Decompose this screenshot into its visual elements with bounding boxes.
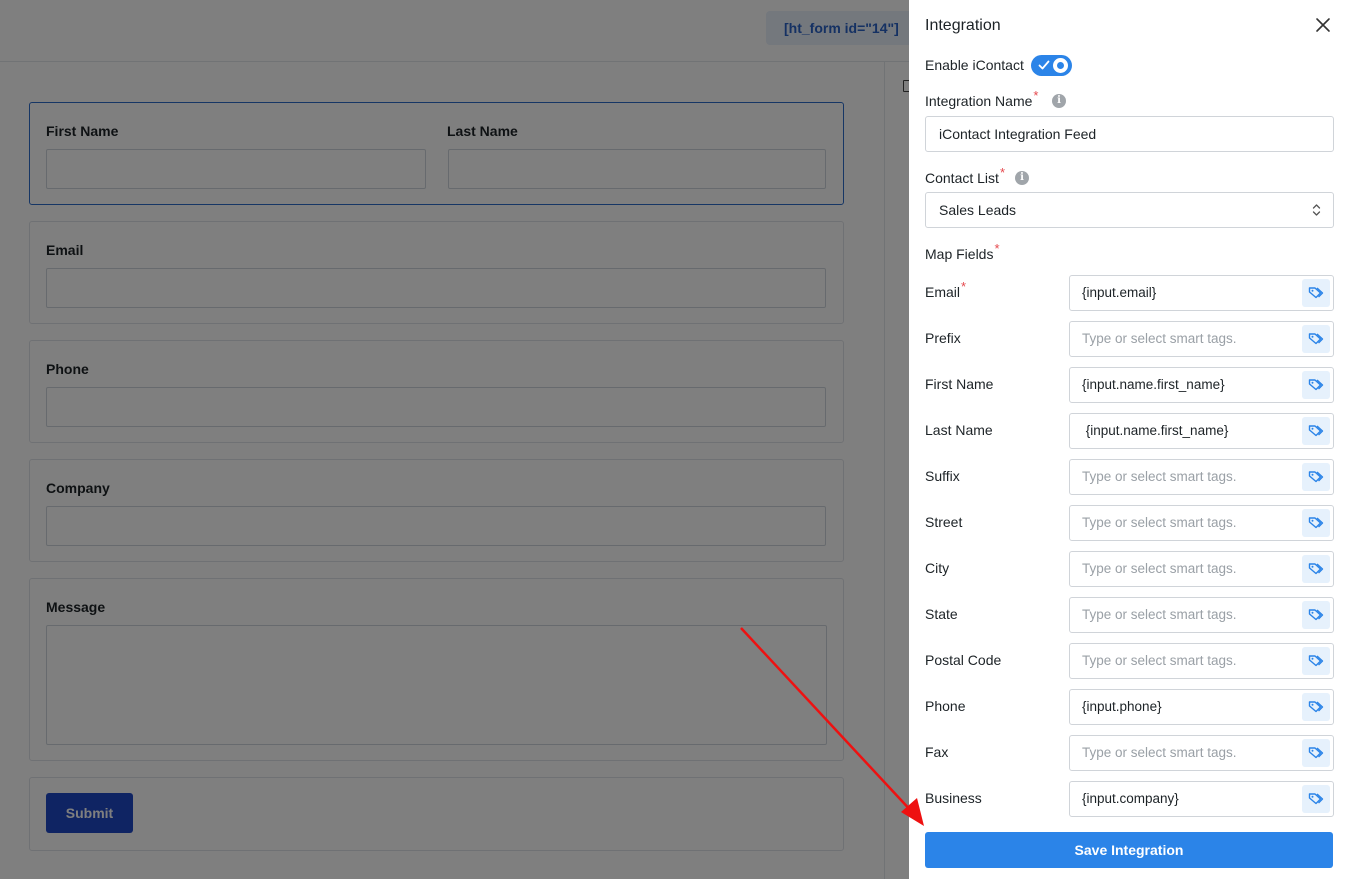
map-fields-label-text: Map Fields [925, 246, 994, 262]
map-field-label-text: Last Name [925, 422, 993, 438]
smart-tag-button[interactable] [1302, 325, 1330, 353]
contact-list-selected: Sales Leads [939, 202, 1017, 218]
smart-tag-button[interactable] [1302, 279, 1330, 307]
contact-list-select[interactable]: Sales Leads [925, 192, 1334, 228]
map-field-label-text: Suffix [925, 468, 960, 484]
map-fields-label: Map Fields* [925, 241, 1000, 262]
map-field-input[interactable]: {input.company} [1069, 781, 1334, 817]
smart-tag-button[interactable] [1302, 371, 1330, 399]
smart-tag-icon [1308, 333, 1324, 345]
smart-tag-icon [1308, 287, 1324, 299]
map-field-label: Street [925, 514, 962, 530]
smart-tag-icon [1308, 793, 1324, 805]
map-field-input[interactable]: Type or select smart tags. [1069, 735, 1334, 771]
map-field-placeholder: Type or select smart tags. [1082, 561, 1237, 576]
map-field-input[interactable]: Type or select smart tags. [1069, 505, 1334, 541]
smart-tag-button[interactable] [1302, 509, 1330, 537]
map-field-label: First Name [925, 376, 993, 392]
enable-icontact-label: Enable iContact [925, 57, 1024, 73]
smart-tag-icon [1308, 425, 1324, 437]
map-field-placeholder: Type or select smart tags. [1082, 607, 1237, 622]
map-field-input[interactable]: {input.name.first_name} [1069, 413, 1334, 449]
smart-tag-icon [1308, 563, 1324, 575]
map-field-label: Postal Code [925, 652, 1001, 668]
required-asterisk: * [999, 165, 1005, 180]
map-field-label-text: Fax [925, 744, 949, 760]
map-field-input[interactable]: Type or select smart tags. [1069, 551, 1334, 587]
map-field-value: {input.name.first_name} [1082, 423, 1229, 438]
integration-name-label: Integration Name* [925, 88, 1038, 109]
smart-tag-icon [1308, 517, 1324, 529]
map-field-input[interactable]: Type or select smart tags. [1069, 597, 1334, 633]
map-field-label-text: First Name [925, 376, 994, 392]
toggle-knob [1053, 58, 1068, 73]
check-icon [1038, 60, 1050, 70]
smart-tag-button[interactable] [1302, 785, 1330, 813]
map-field-input[interactable]: Type or select smart tags. [1069, 643, 1334, 679]
map-field-label-text: Business [925, 790, 982, 806]
map-field-input[interactable]: {input.name.first_name} [1069, 367, 1334, 403]
map-field-label: Fax [925, 744, 948, 760]
smart-tag-icon [1308, 747, 1324, 759]
map-field-value: {input.name.first_name} [1082, 377, 1225, 392]
map-field-label: Last Name [925, 422, 993, 438]
close-icon[interactable] [1314, 16, 1332, 34]
smart-tag-icon [1308, 379, 1324, 391]
modal-overlay[interactable] [0, 0, 909, 879]
map-field-placeholder: Type or select smart tags. [1082, 331, 1237, 346]
integration-name-label-text: Integration Name [925, 93, 1033, 109]
contact-list-label-text: Contact List [925, 170, 999, 186]
map-field-label: City [925, 560, 949, 576]
enable-icontact-toggle[interactable] [1031, 55, 1072, 76]
map-field-value: {input.phone} [1082, 699, 1162, 714]
smart-tag-icon [1308, 655, 1324, 667]
smart-tag-icon [1308, 701, 1324, 713]
map-field-label: Business [925, 790, 982, 806]
map-field-placeholder: Type or select smart tags. [1082, 653, 1237, 668]
smart-tag-button[interactable] [1302, 601, 1330, 629]
chevron-up-down-icon [1312, 204, 1321, 216]
map-field-placeholder: Type or select smart tags. [1082, 745, 1237, 760]
map-field-value: {input.company} [1082, 791, 1179, 806]
map-field-placeholder: Type or select smart tags. [1082, 515, 1237, 530]
map-field-input[interactable]: {input.phone} [1069, 689, 1334, 725]
smart-tag-icon [1308, 609, 1324, 621]
map-field-label: Prefix [925, 330, 961, 346]
map-field-input[interactable]: Type or select smart tags. [1069, 321, 1334, 357]
map-field-label-text: Prefix [925, 330, 961, 346]
required-asterisk: * [994, 241, 1000, 256]
map-field-label-text: State [925, 606, 958, 622]
integration-drawer: Integration Enable iContact Integration … [909, 0, 1348, 879]
smart-tag-button[interactable] [1302, 739, 1330, 767]
map-field-label-text: City [925, 560, 950, 576]
map-field-placeholder: Type or select smart tags. [1082, 469, 1237, 484]
smart-tag-button[interactable] [1302, 417, 1330, 445]
required-asterisk: * [1033, 88, 1039, 103]
map-field-label: Phone [925, 698, 965, 714]
map-field-label-text: Street [925, 514, 963, 530]
map-field-label-text: Email [925, 284, 961, 300]
smart-tag-button[interactable] [1302, 555, 1330, 583]
required-asterisk: * [961, 279, 967, 294]
map-field-input[interactable]: {input.email} [1069, 275, 1334, 311]
contact-list-label: Contact List* [925, 165, 1005, 186]
map-field-input[interactable]: Type or select smart tags. [1069, 459, 1334, 495]
map-field-label: State [925, 606, 958, 622]
smart-tag-button[interactable] [1302, 693, 1330, 721]
map-field-label-text: Phone [925, 698, 966, 714]
smart-tag-button[interactable] [1302, 463, 1330, 491]
smart-tag-button[interactable] [1302, 647, 1330, 675]
drawer-title: Integration [925, 17, 1001, 34]
smart-tag-icon [1308, 471, 1324, 483]
info-icon[interactable]: i [1052, 94, 1066, 108]
info-icon[interactable]: i [1015, 171, 1029, 185]
map-field-label: Suffix [925, 468, 960, 484]
map-field-label: Email* [925, 279, 966, 300]
integration-name-input[interactable]: iContact Integration Feed [925, 116, 1334, 152]
map-field-label-text: Postal Code [925, 652, 1002, 668]
map-field-value: {input.email} [1082, 285, 1157, 300]
save-integration-button[interactable]: Save Integration [925, 832, 1333, 868]
